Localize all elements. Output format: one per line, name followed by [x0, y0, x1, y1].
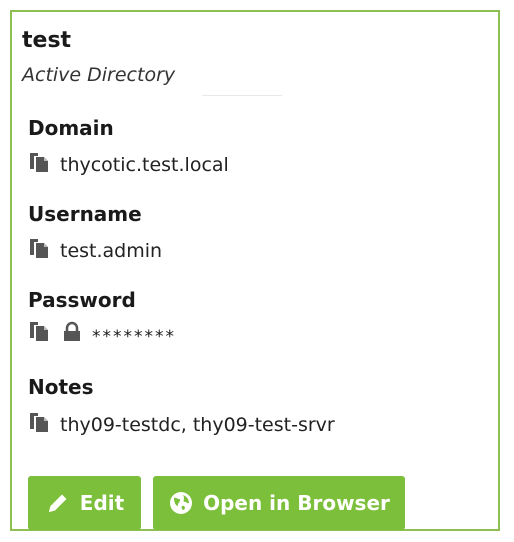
- notes-row: thy09-testdc, thy09-test-srvr: [28, 412, 335, 438]
- lock-icon[interactable]: [62, 321, 82, 343]
- secret-type: Active Directory: [22, 64, 176, 86]
- domain-value: thycotic.test.local: [60, 154, 229, 176]
- secret-title: test: [22, 28, 72, 53]
- secret-card: test Active Directory Domain thycotic.te…: [10, 10, 500, 531]
- edit-button-label: Edit: [79, 491, 125, 515]
- copy-icon[interactable]: [28, 151, 54, 175]
- open-in-browser-button[interactable]: Open in Browser: [153, 476, 405, 530]
- copy-icon[interactable]: [28, 320, 54, 344]
- edit-button[interactable]: Edit: [28, 476, 141, 530]
- password-label: Password: [28, 288, 136, 312]
- open-in-browser-label: Open in Browser: [203, 491, 390, 515]
- notes-value: thy09-testdc, thy09-test-srvr: [60, 414, 335, 436]
- password-value: ********: [92, 327, 176, 347]
- domain-row: thycotic.test.local: [28, 152, 229, 178]
- pencil-icon: [48, 494, 67, 512]
- username-row: test.admin: [28, 238, 162, 264]
- notes-label: Notes: [28, 375, 94, 399]
- globe-icon: [170, 492, 193, 514]
- domain-label: Domain: [28, 116, 114, 140]
- copy-icon[interactable]: [28, 237, 54, 261]
- divider: [202, 95, 282, 96]
- copy-icon[interactable]: [28, 411, 54, 435]
- username-value: test.admin: [60, 240, 163, 262]
- username-label: Username: [28, 202, 142, 226]
- password-row: ********: [28, 321, 176, 347]
